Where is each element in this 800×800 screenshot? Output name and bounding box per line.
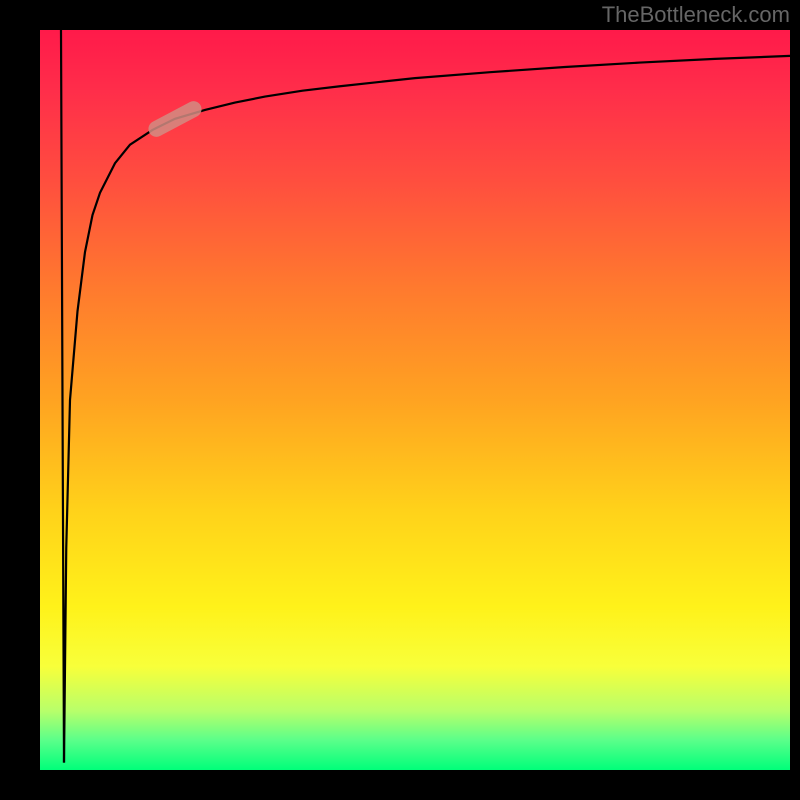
initial-drop-line <box>61 30 64 763</box>
watermark-text: TheBottleneck.com <box>602 2 790 28</box>
main-curve-line <box>64 56 790 763</box>
chart-curves <box>40 30 790 770</box>
